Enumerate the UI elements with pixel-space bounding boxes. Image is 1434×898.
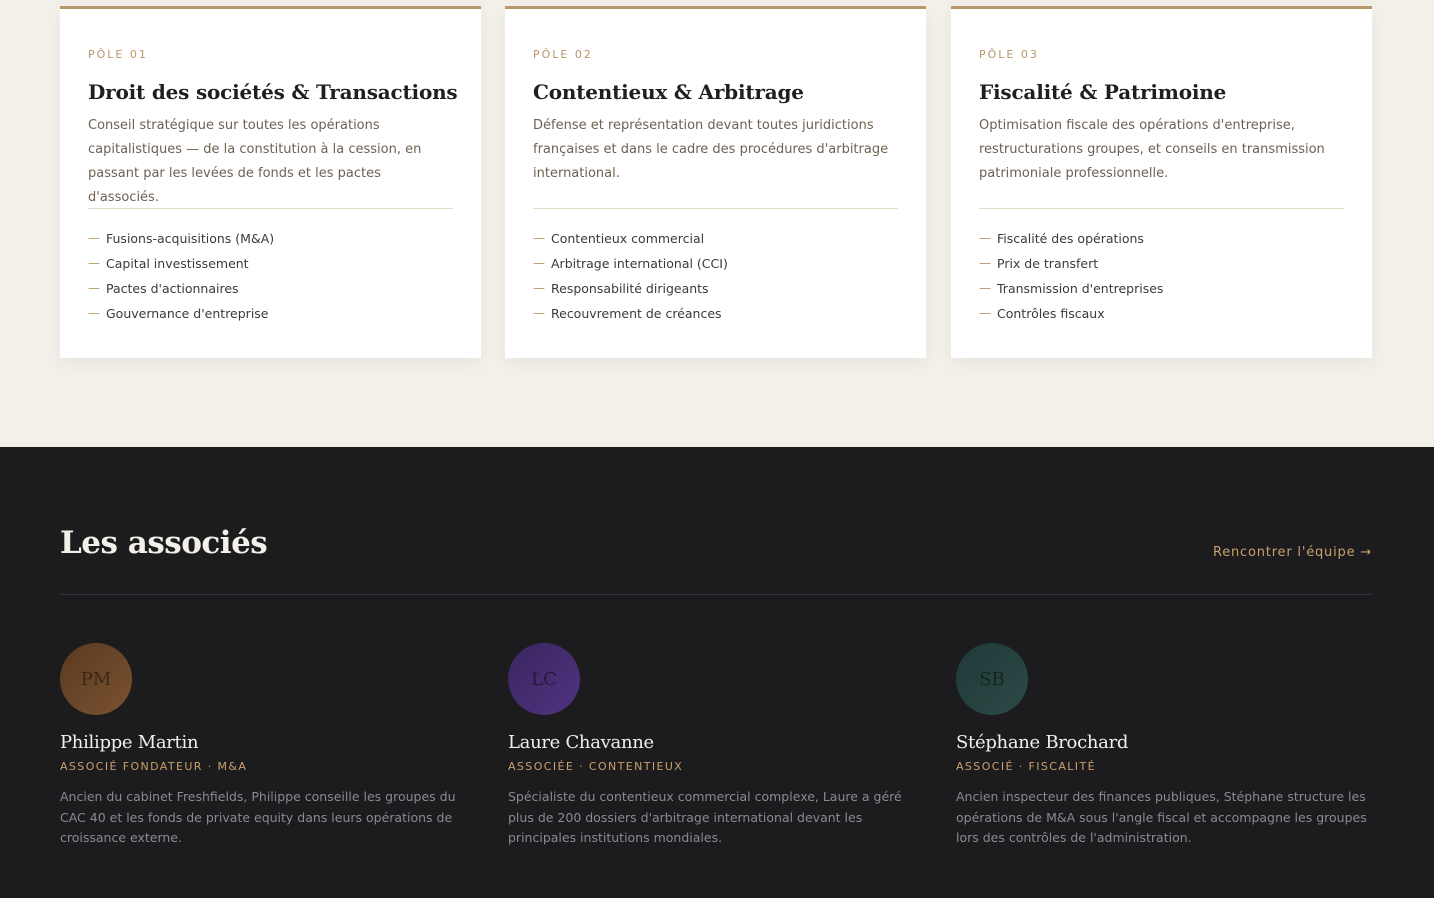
list-item: — Fusions-acquisitions (M&A) <box>88 226 453 251</box>
list-item: — Responsabilité dirigeants <box>533 276 898 301</box>
list-item-label: Transmission d'entreprises <box>997 281 1164 296</box>
list-item-label: Pactes d'actionnaires <box>106 281 239 296</box>
list-item-label: Recouvrement de créances <box>551 306 722 321</box>
list-item-label: Fusions-acquisitions (M&A) <box>106 231 275 246</box>
partner-name: Stéphane Brochard <box>956 732 1129 753</box>
card-description: Défense et représentation devant toutes … <box>533 118 889 181</box>
card-service-list: — Fusions-acquisitions (M&A) — Capital inv… <box>88 226 453 326</box>
list-item: — Contrôles fiscaux <box>979 301 1344 326</box>
list-item: — Pactes d'actionnaires <box>88 276 453 301</box>
practice-card-tax: PÔLE 03 Fiscalité & Patrimoine Optimisat… <box>951 6 1372 358</box>
dash-icon: — <box>979 281 991 295</box>
section-title: Les associés <box>60 525 268 561</box>
card-divider <box>533 208 898 209</box>
avatar-initials: LC <box>531 668 557 690</box>
partner-card: LC Laure Chavanne ASSOCIÉE · CONTENTIEUX… <box>508 643 928 849</box>
avatar: LC <box>508 643 580 715</box>
dash-icon: — <box>533 281 545 295</box>
partners-section: Les associés Rencontrer l'équipe → PM Ph… <box>0 447 1434 898</box>
meet-team-link[interactable]: Rencontrer l'équipe → <box>1213 545 1372 560</box>
list-item-label: Contrôles fiscaux <box>997 306 1105 321</box>
list-item: — Recouvrement de créances <box>533 301 898 326</box>
partner-role: ASSOCIÉ · FISCALITÉ <box>956 760 1096 773</box>
list-item: — Prix de transfert <box>979 251 1344 276</box>
partner-role: ASSOCIÉ FONDATEUR · M&A <box>60 760 248 773</box>
list-item-label: Capital investissement <box>106 256 249 271</box>
list-item: — Contentieux commercial <box>533 226 898 251</box>
list-item: — Fiscalité des opérations <box>979 226 1344 251</box>
list-item: — Transmission d'entreprises <box>979 276 1344 301</box>
practice-card-corporate: PÔLE 01 Droit des sociétés & Transaction… <box>60 6 481 358</box>
partner-name: Laure Chavanne <box>508 732 654 753</box>
list-item-label: Prix de transfert <box>997 256 1099 271</box>
partner-bio: Ancien du cabinet Freshfields, Philippe … <box>60 789 456 845</box>
list-item-label: Arbitrage international (CCI) <box>551 256 728 271</box>
card-title: Droit des sociétés & Transactions <box>88 80 458 104</box>
partner-name: Philippe Martin <box>60 732 199 753</box>
partner-card: PM Philippe Martin ASSOCIÉ FONDATEUR · M… <box>60 643 480 849</box>
card-description: Conseil stratégique sur toutes les opéra… <box>88 118 422 205</box>
list-item-label: Gouvernance d'entreprise <box>106 306 269 321</box>
card-eyebrow: PÔLE 03 <box>979 48 1039 61</box>
partner-bio: Spécialiste du contentieux commercial co… <box>508 789 902 845</box>
practice-card-litigation: PÔLE 02 Contentieux & Arbitrage Défense … <box>505 6 926 358</box>
list-item: — Gouvernance d'entreprise <box>88 301 453 326</box>
dash-icon: — <box>979 256 991 270</box>
dash-icon: — <box>533 256 545 270</box>
avatar-initials: SB <box>979 668 1005 690</box>
dash-icon: — <box>979 306 991 320</box>
card-eyebrow: PÔLE 02 <box>533 48 593 61</box>
dash-icon: — <box>533 231 545 245</box>
list-item-label: Fiscalité des opérations <box>997 231 1144 246</box>
list-item: — Capital investissement <box>88 251 453 276</box>
dash-icon: — <box>533 306 545 320</box>
list-item: — Arbitrage international (CCI) <box>533 251 898 276</box>
partner-bio: Ancien inspecteur des finances publiques… <box>956 789 1367 845</box>
card-eyebrow: PÔLE 01 <box>88 48 148 61</box>
list-item-label: Responsabilité dirigeants <box>551 281 709 296</box>
dash-icon: — <box>88 281 100 295</box>
dash-icon: — <box>979 231 991 245</box>
partner-role: ASSOCIÉE · CONTENTIEUX <box>508 760 684 773</box>
card-title: Contentieux & Arbitrage <box>533 80 804 104</box>
avatar: PM <box>60 643 132 715</box>
dash-icon: — <box>88 256 100 270</box>
avatar: SB <box>956 643 1028 715</box>
dash-icon: — <box>88 231 100 245</box>
dash-icon: — <box>88 306 100 320</box>
card-description: Optimisation fiscale des opérations d'en… <box>979 118 1325 181</box>
avatar-initials: PM <box>80 668 112 690</box>
card-service-list: — Fiscalité des opérations — Prix de trans… <box>979 226 1344 326</box>
card-divider <box>979 208 1344 209</box>
card-service-list: — Contentieux commercial — Arbitrage inter… <box>533 226 898 326</box>
list-item-label: Contentieux commercial <box>551 231 705 246</box>
practice-areas-section: PÔLE 01 Droit des sociétés & Transaction… <box>0 0 1434 447</box>
section-divider <box>60 594 1372 595</box>
card-title: Fiscalité & Patrimoine <box>979 80 1227 104</box>
partner-card: SB Stéphane Brochard ASSOCIÉ · FISCALITÉ… <box>956 643 1376 849</box>
